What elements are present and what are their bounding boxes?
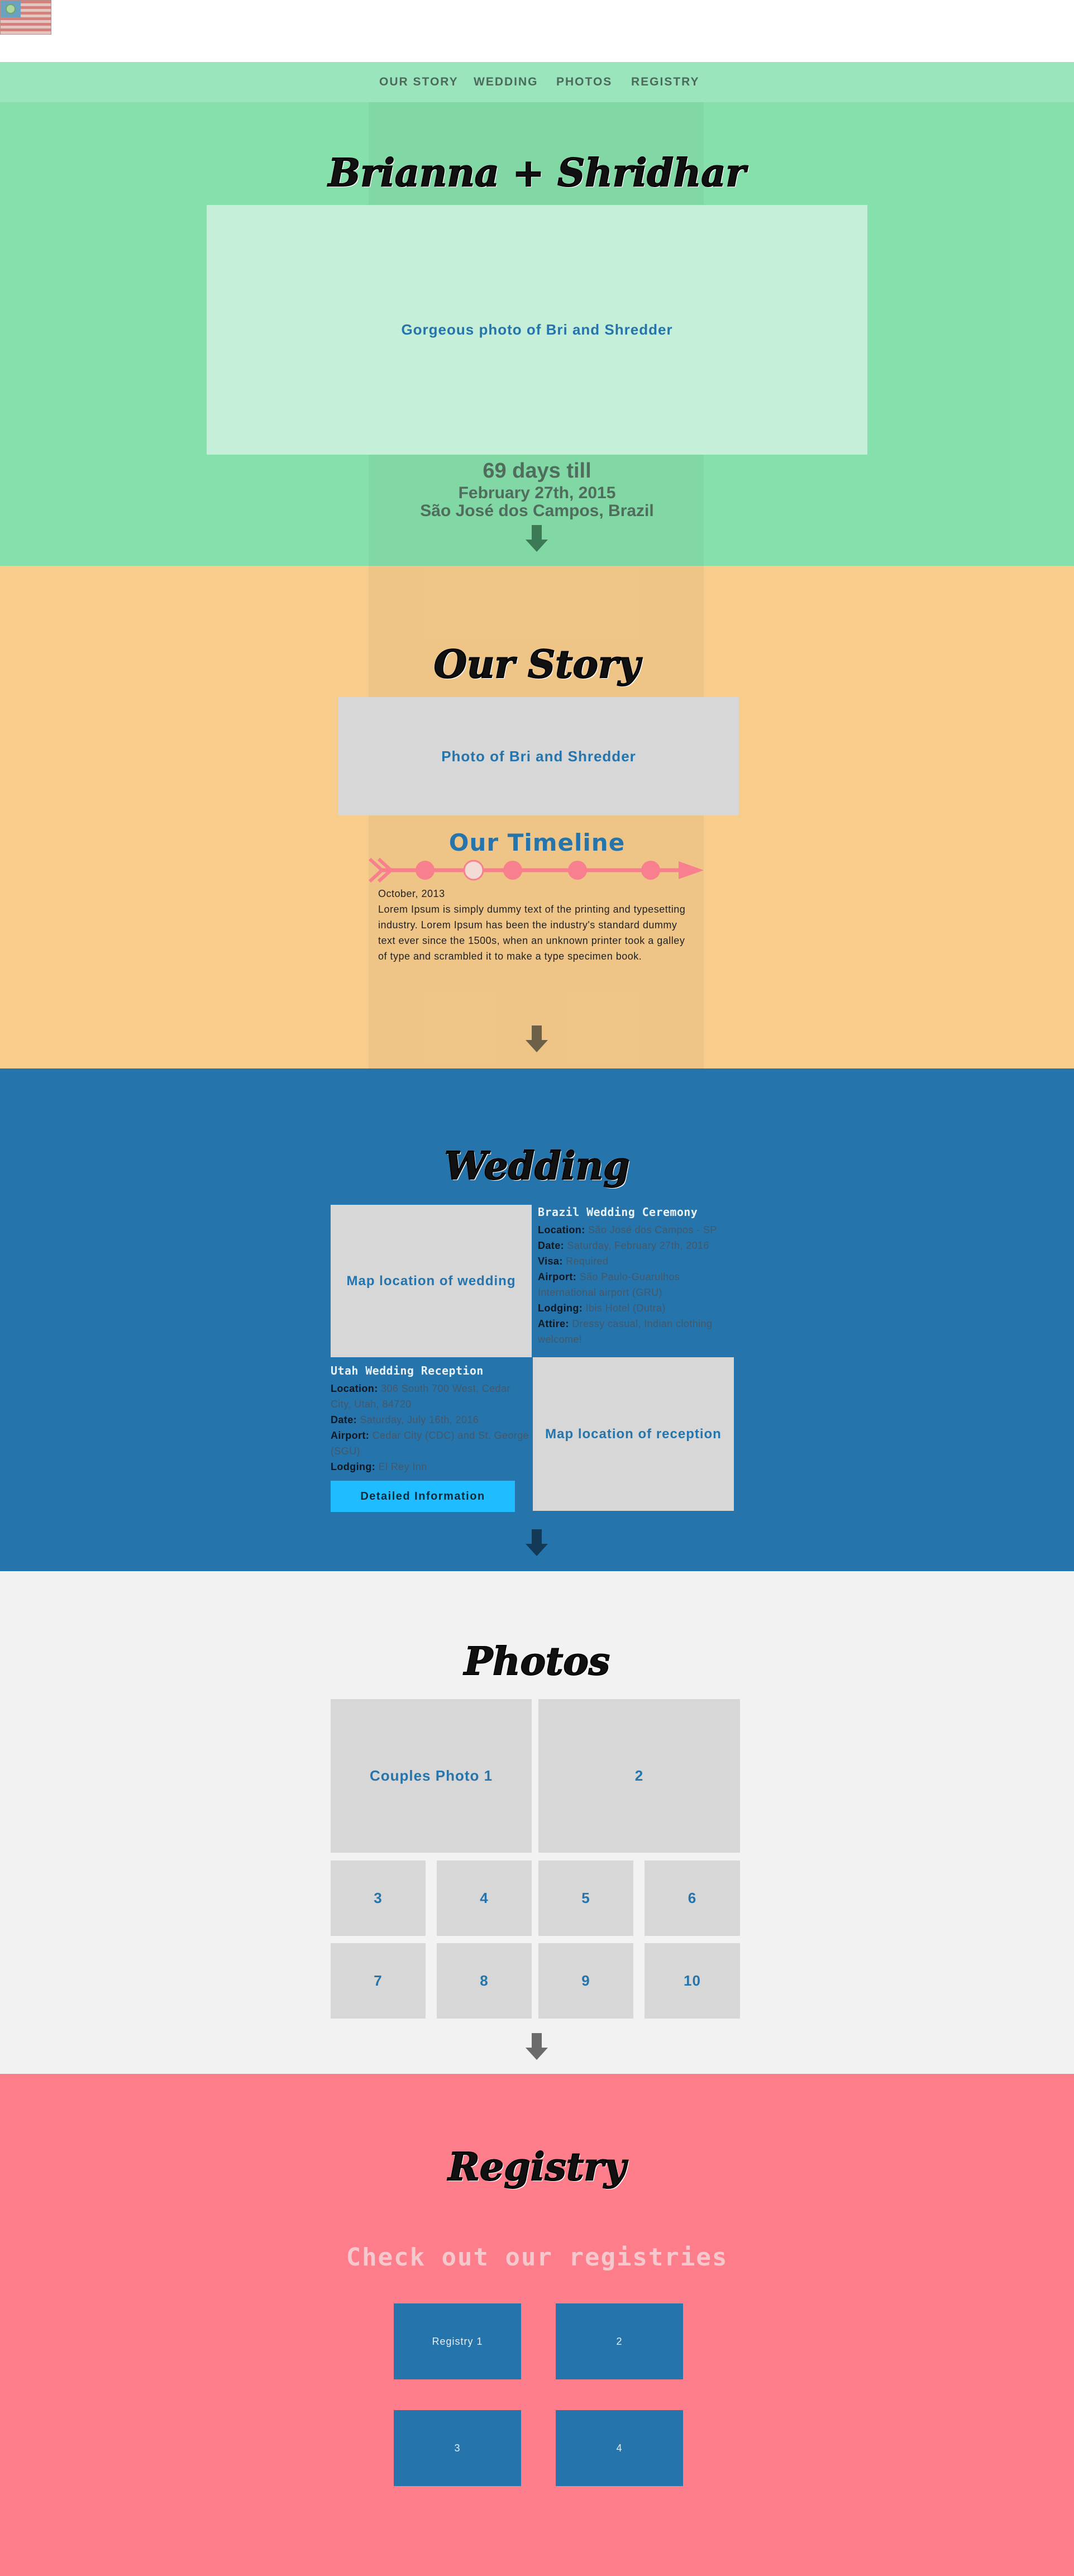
photo-tile-10[interactable]: 10 xyxy=(645,1943,740,2019)
brazil-date: Saturday, February 27th, 2016 xyxy=(567,1240,709,1251)
nav-our-story[interactable]: OUR STORY xyxy=(379,62,459,102)
photos-title: Photos xyxy=(464,1639,610,1685)
timeline-head-icon xyxy=(679,861,704,879)
label: Lodging xyxy=(331,1461,372,1472)
utah-reception-info: Utah Wedding Reception Location: 306 Sou… xyxy=(331,1363,532,1475)
flag-globe xyxy=(6,4,16,14)
timeline-date: October, 2013 xyxy=(378,888,445,899)
utah-lodging: El Rey Inn xyxy=(378,1461,427,1472)
label: Date xyxy=(538,1240,561,1251)
brazil-ceremony-info: Brazil Wedding Ceremony Location: São Jo… xyxy=(538,1204,739,1347)
story-photo: Photo of Bri and Shredder xyxy=(338,697,739,815)
label: Date xyxy=(331,1414,354,1425)
nav-registry[interactable]: REGISTRY xyxy=(631,62,700,102)
brazil-visa: Required xyxy=(566,1256,609,1267)
map-reception[interactable]: Map location of reception xyxy=(533,1357,734,1511)
label: Location xyxy=(538,1224,582,1235)
registry-1-button[interactable]: Registry 1 xyxy=(394,2303,521,2379)
label: Visa xyxy=(538,1256,560,1267)
brazil-ceremony-heading: Brazil Wedding Ceremony xyxy=(538,1205,698,1219)
photo-tile-3[interactable]: 3 xyxy=(331,1861,426,1936)
timeline-text: Lorem Ipsum is simply dummy text of the … xyxy=(378,904,686,962)
couple-title: Brianna + Shridhar xyxy=(328,150,747,196)
photo-tile-2[interactable]: 2 xyxy=(538,1699,740,1853)
registry-2-button[interactable]: 2 xyxy=(556,2303,683,2379)
map-wedding[interactable]: Map location of wedding xyxy=(331,1205,532,1357)
utah-reception-heading: Utah Wedding Reception xyxy=(331,1364,484,1377)
label: Airport xyxy=(538,1271,573,1282)
registry-3-button[interactable]: 3 xyxy=(394,2410,521,2486)
utah-date: Saturday, July 16th, 2016 xyxy=(360,1414,479,1425)
photo-tile-7[interactable]: 7 xyxy=(331,1943,426,2019)
registry-title: Registry xyxy=(447,2144,626,2190)
label: Airport xyxy=(331,1430,366,1441)
photo-tile-8[interactable]: 8 xyxy=(437,1943,532,2019)
photo-tile-6[interactable]: 6 xyxy=(645,1861,740,1936)
registry-subtitle: Check out our registries xyxy=(346,2243,728,2272)
brazil-location: São José dos Campos - SP xyxy=(588,1224,717,1235)
timeline-dot[interactable] xyxy=(503,861,522,880)
photo-tile-9[interactable]: 9 xyxy=(538,1943,633,2019)
timeline-title: Our Timeline xyxy=(448,829,626,856)
timeline-dot-active[interactable] xyxy=(463,860,484,881)
brazil-flag-icon[interactable] xyxy=(0,0,51,35)
label: Attire xyxy=(538,1318,566,1329)
wedding-place: São José dos Campos, Brazil xyxy=(420,502,654,520)
wedding-title: Wedding xyxy=(444,1143,631,1189)
countdown-text: 69 days till xyxy=(483,459,591,483)
wedding-date: February 27th, 2015 xyxy=(458,484,616,502)
label: Location xyxy=(331,1383,375,1394)
photo-tile-1[interactable]: Couples Photo 1 xyxy=(331,1699,532,1853)
nav-wedding[interactable]: WEDDING xyxy=(474,62,538,102)
story-title: Our Story xyxy=(433,642,641,688)
nav-photos[interactable]: PHOTOS xyxy=(556,62,612,102)
photo-tile-4[interactable]: 4 xyxy=(437,1861,532,1936)
photo-tile-5[interactable]: 5 xyxy=(538,1861,633,1936)
brazil-lodging: Ibis Hotel (Dutra) xyxy=(585,1303,666,1314)
top-nav: OUR STORY WEDDING PHOTOS REGISTRY xyxy=(0,62,1074,102)
timeline-dot[interactable] xyxy=(416,861,435,880)
timeline-dot[interactable] xyxy=(641,861,660,880)
timeline-track xyxy=(369,857,704,883)
label: Lodging xyxy=(538,1303,579,1314)
timeline-dot[interactable] xyxy=(568,861,587,880)
registry-4-button[interactable]: 4 xyxy=(556,2410,683,2486)
detailed-information-button[interactable]: Detailed Information xyxy=(331,1481,515,1512)
hero-photo: Gorgeous photo of Bri and Shredder xyxy=(207,205,867,455)
